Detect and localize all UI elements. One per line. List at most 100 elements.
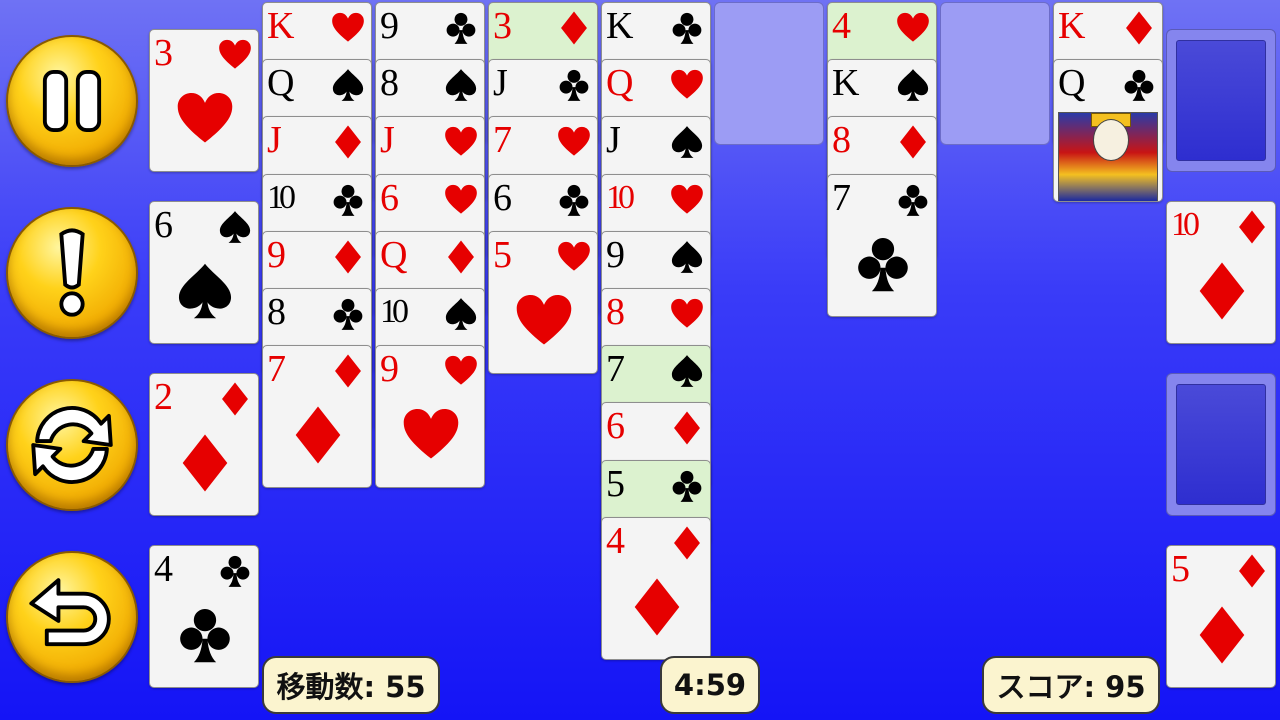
card-5-of-hearts[interactable]: 5: [488, 230, 598, 374]
spade-icon: [671, 355, 703, 388]
card-rank: 7: [832, 176, 851, 219]
spade-icon: [445, 298, 477, 330]
hint-button[interactable]: [6, 207, 138, 339]
shuffle-button[interactable]: [6, 379, 138, 511]
card-rank: 6: [493, 176, 512, 219]
undo-icon: [29, 578, 111, 647]
card-rank: 5: [606, 462, 625, 505]
diamond-center-icon: [1199, 262, 1245, 320]
card-rank: 7: [267, 348, 286, 391]
card-rank: J: [493, 62, 508, 105]
card-rank: 3: [493, 5, 512, 47]
timer: 4:59: [660, 656, 760, 714]
diamond-icon: [674, 411, 700, 445]
card-rank: Q: [606, 62, 633, 105]
diamond-icon: [222, 382, 248, 416]
pause-button[interactable]: [6, 35, 138, 167]
card-7-of-clubs[interactable]: 7: [827, 173, 937, 317]
card-9-of-hearts[interactable]: 9: [375, 345, 485, 489]
diamond-center-icon: [634, 578, 680, 636]
card-rank: K: [267, 5, 294, 47]
card-rank: 9: [606, 233, 625, 276]
club-icon: [672, 12, 702, 44]
spade-icon: [671, 126, 703, 159]
diamond-icon: [1239, 210, 1265, 244]
diamond-icon: [900, 125, 926, 159]
card-4-of-clubs[interactable]: 4: [149, 545, 259, 688]
exclamation-icon: [59, 228, 85, 317]
card-rank: 2: [154, 376, 173, 418]
card-5-of-diamonds[interactable]: 5: [1166, 545, 1276, 688]
diamond-center-icon: [295, 406, 341, 464]
card-4-of-diamonds[interactable]: 4: [601, 516, 711, 660]
heart-icon: [671, 184, 703, 214]
card-rank: 10: [267, 178, 296, 216]
club-icon: [1124, 70, 1154, 102]
card-7-of-diamonds[interactable]: 7: [262, 345, 372, 489]
card-6-of-spades[interactable]: 6: [149, 201, 259, 344]
card-rank: J: [267, 119, 282, 162]
heart-icon: [671, 298, 703, 328]
card-rank: 8: [606, 291, 625, 333]
card-rank: 6: [154, 204, 173, 246]
card-rank: K: [606, 5, 633, 47]
undo-button[interactable]: [6, 551, 138, 683]
card-rank: 9: [267, 233, 286, 276]
refresh-icon: [31, 406, 113, 484]
spade-icon: [332, 69, 364, 102]
card-rank: 9: [380, 5, 399, 47]
empty-column-slot[interactable]: [714, 2, 824, 145]
card-rank: 7: [493, 119, 512, 162]
diamond-icon: [335, 125, 361, 159]
club-center-icon: [180, 608, 230, 663]
card-2-of-diamonds[interactable]: 2: [149, 373, 259, 516]
foundation-pile-back[interactable]: [1166, 29, 1276, 172]
club-icon: [898, 184, 928, 216]
club-icon: [672, 470, 702, 502]
move-counter: 移動数: 55: [262, 656, 440, 714]
card-rank: 9: [380, 348, 399, 391]
club-icon: [333, 184, 363, 216]
club-icon: [559, 184, 589, 216]
diamond-icon: [335, 240, 361, 274]
spade-icon: [897, 69, 929, 102]
card-rank: 10: [1171, 206, 1200, 243]
foundation-pile-back[interactable]: [1166, 373, 1276, 516]
card-rank: 4: [154, 548, 173, 590]
diamond-center-icon: [182, 434, 228, 492]
diamond-icon: [674, 526, 700, 560]
spade-icon: [219, 211, 251, 243]
card-rank: 6: [606, 405, 625, 448]
card-rank: 5: [493, 233, 512, 276]
heart-icon: [445, 356, 477, 385]
heart-icon: [445, 184, 477, 214]
pause-icon: [42, 69, 102, 133]
card-rank: 4: [606, 519, 625, 562]
heart-center-icon: [177, 92, 233, 143]
card-rank: Q: [1058, 62, 1085, 105]
heart-center-icon: [516, 294, 572, 345]
heart-icon: [332, 12, 364, 42]
card-rank: Q: [380, 233, 407, 276]
card-10-of-diamonds[interactable]: 10: [1166, 201, 1276, 344]
card-rank: J: [606, 119, 621, 162]
club-icon: [559, 70, 589, 102]
spade-icon: [671, 240, 703, 273]
card-rank: 6: [380, 176, 399, 219]
diamond-icon: [561, 11, 587, 45]
card-rank: 3: [154, 32, 173, 74]
card-rank: 10: [606, 178, 635, 216]
heart-icon: [558, 241, 590, 271]
club-icon: [333, 298, 363, 330]
empty-column-slot[interactable]: [940, 2, 1050, 145]
heart-icon: [445, 127, 477, 157]
queen-face-art: [1058, 112, 1158, 202]
club-icon: [446, 12, 476, 44]
card-rank: 8: [832, 119, 851, 162]
heart-icon: [219, 39, 251, 69]
card-back-pattern: [1176, 40, 1266, 161]
card-q-of-clubs[interactable]: Q: [1053, 59, 1163, 203]
card-rank: 7: [606, 348, 625, 391]
card-3-of-hearts[interactable]: 3: [149, 29, 259, 172]
club-icon: [220, 555, 250, 587]
